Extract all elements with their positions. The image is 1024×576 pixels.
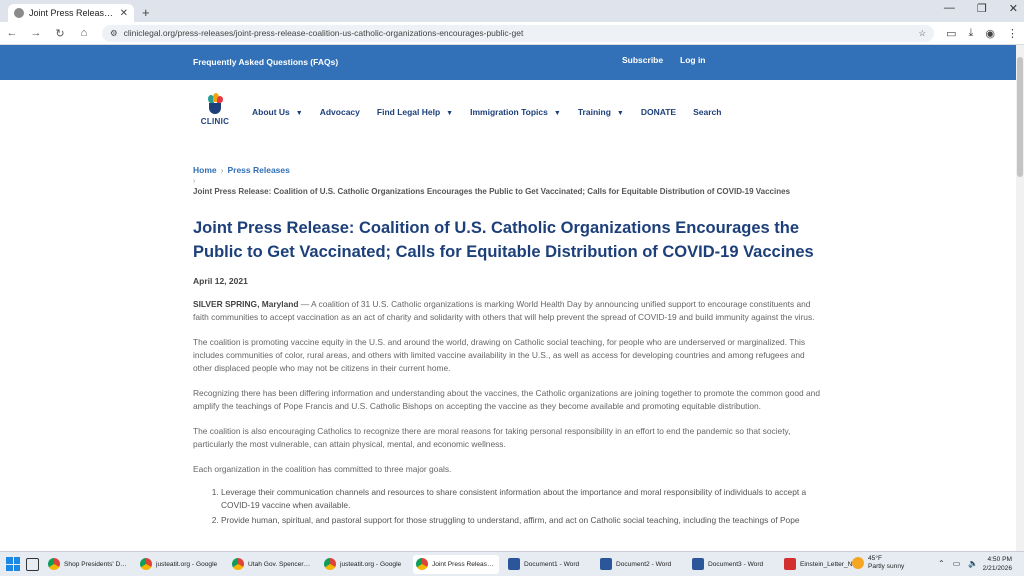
clock-time: 4:50 PM [987,556,1012,563]
nav-item-about[interactable]: About Us ▼ [252,107,303,117]
dropdown-arrow-icon: ▼ [616,110,624,117]
utility-bar: Frequently Asked Questions (FAQs) Subscr… [0,45,1016,80]
scrollbar-thumb[interactable] [1017,57,1023,177]
taskbar: Shop Presidents' Day F justeatit.org - G… [0,551,1024,576]
browser-tab[interactable]: Joint Press Release: Coalition of ✕ [8,4,134,22]
dropdown-arrow-icon: ▼ [295,110,303,117]
taskbar-app[interactable]: justeatit.org - Google [137,555,223,574]
article-paragraph: The coalition is promoting vaccine equit… [193,337,806,373]
weather-widget[interactable]: 45°F Partly sunny [852,555,904,571]
download-icon[interactable]: ⤓ [969,27,974,40]
clock-date: 2/21/2026 [982,565,1012,572]
article-paragraph: The coalition is also encouraging Cathol… [193,426,791,449]
nav-menu: About Us ▼ Advocacy Find Legal Help ▼ Immi… [252,107,721,117]
cast-icon[interactable]: ▭ [946,27,956,40]
word-icon [508,558,520,570]
menu-kebab-icon[interactable]: ⋮ [1007,27,1018,40]
list-item: Leverage their communication channels an… [221,486,825,512]
browser-tab-bar: Joint Press Release: Coalition of ✕ + — … [0,0,1024,22]
breadcrumb-press-releases[interactable]: Press Releases [227,165,289,175]
breadcrumb-separator-icon: › [220,165,224,175]
clinic-logo[interactable]: CLINIC [196,93,234,126]
nav-item-legal-help[interactable]: Find Legal Help ▼ [377,107,453,117]
breadcrumb: Home › Press Releases [193,165,825,175]
nav-item-donate[interactable]: DONATE [641,107,676,117]
word-icon [692,558,704,570]
taskbar-app[interactable]: Document1 - Word [505,555,591,574]
forward-icon[interactable]: → [30,27,42,39]
article-paragraph: SILVER SPRING, Maryland — A coalition of… [193,299,815,322]
taskbar-app[interactable]: Document2 - Word [597,555,683,574]
pdf-icon [784,558,796,570]
subscribe-link[interactable]: Subscribe [622,55,663,65]
article-content: Home › Press Releases › Joint Press Rele… [193,165,825,529]
list-item: Provide human, spiritual, and pastoral s… [221,514,825,527]
volume-icon[interactable]: 🔈 [968,559,978,568]
site-favicon-icon [14,8,24,18]
login-link[interactable]: Log in [680,55,706,65]
logo-mark-icon [206,93,224,115]
start-button-icon[interactable] [6,557,20,571]
home-icon[interactable]: ⌂ [78,27,90,39]
nav-item-search[interactable]: Search [693,107,721,117]
window-controls: — ❐ ✕ [944,2,1018,15]
address-toolbar: ← → ↻ ⌂ ⚙ cliniclegal.org/press-releases… [0,22,1024,45]
chrome-icon [324,558,336,570]
chevron-up-icon[interactable]: ⌃ [938,559,945,568]
taskbar-app[interactable]: justeatit.org - Google [321,555,407,574]
bookmark-star-icon[interactable]: ☆ [918,28,926,39]
goals-list: Leverage their communication channels an… [193,486,825,527]
chrome-icon [140,558,152,570]
clock[interactable]: 4:50 PM 2/21/2026 [983,555,1012,573]
task-view-icon[interactable] [26,557,39,571]
nav-item-advocacy[interactable]: Advocacy [320,107,360,117]
site-info-icon[interactable]: ⚙ [110,28,118,39]
taskbar-app[interactable]: Utah Gov. Spencer Cox [229,555,315,574]
breadcrumb-separator-icon: › [193,178,196,185]
breadcrumb-home[interactable]: Home [193,165,217,175]
url-text[interactable]: cliniclegal.org/press-releases/joint-pre… [124,28,913,38]
weather-temp: 45°F [868,555,882,562]
profile-icon[interactable]: ◉ [985,27,995,40]
omnibox[interactable]: ⚙ cliniclegal.org/press-releases/joint-p… [102,24,935,42]
reload-icon[interactable]: ↻ [54,27,66,40]
chrome-icon [48,558,60,570]
nav-item-training[interactable]: Training ▼ [578,107,624,117]
tab-title: Joint Press Release: Coalition of [29,8,115,18]
page-viewport: Frequently Asked Questions (FAQs) Subscr… [0,45,1016,551]
taskbar-app[interactable]: Shop Presidents' Day F [45,555,131,574]
toolbar-icons: ▭ ⤓ ◉ ⋮ [946,27,1018,40]
dateline: SILVER SPRING, Maryland [193,299,299,309]
article-paragraph: Each organization in the coalition has c… [193,464,452,474]
page-scrollbar[interactable] [1016,45,1024,551]
nav-item-immigration[interactable]: Immigration Topics ▼ [470,107,561,117]
article-paragraph: Recognizing there has been differing inf… [193,388,820,411]
main-navigation: CLINIC About Us ▼ Advocacy Find Legal Hel… [0,80,1016,144]
new-tab-icon[interactable]: + [142,4,150,22]
logo-wordmark: CLINIC [200,117,230,126]
weather-desc: Partly sunny [868,563,905,570]
close-window-icon[interactable]: ✕ [1009,2,1018,15]
breadcrumb-current: Joint Press Release: Coalition of U.S. C… [193,187,791,196]
dropdown-arrow-icon: ▼ [446,110,454,117]
system-tray: ⌃ ▭ 🔈 [938,559,978,568]
faq-link[interactable]: Frequently Asked Questions (FAQs) [193,57,338,67]
taskbar-app-active[interactable]: Joint Press Release: Co [413,554,499,574]
chrome-icon [416,558,428,570]
page-title: Joint Press Release: Coalition of U.S. C… [193,219,814,261]
word-icon [600,558,612,570]
sun-icon [852,557,864,569]
restore-icon[interactable]: ❐ [977,2,987,15]
network-icon[interactable]: ▭ [953,559,961,568]
back-icon[interactable]: ← [6,27,18,39]
taskbar-app[interactable]: Document3 - Word [689,555,775,574]
publish-date: April 12, 2021 [193,276,248,286]
dropdown-arrow-icon: ▼ [553,110,561,117]
chrome-icon [232,558,244,570]
minimize-icon[interactable]: — [944,2,955,15]
close-tab-icon[interactable]: ✕ [120,8,128,19]
